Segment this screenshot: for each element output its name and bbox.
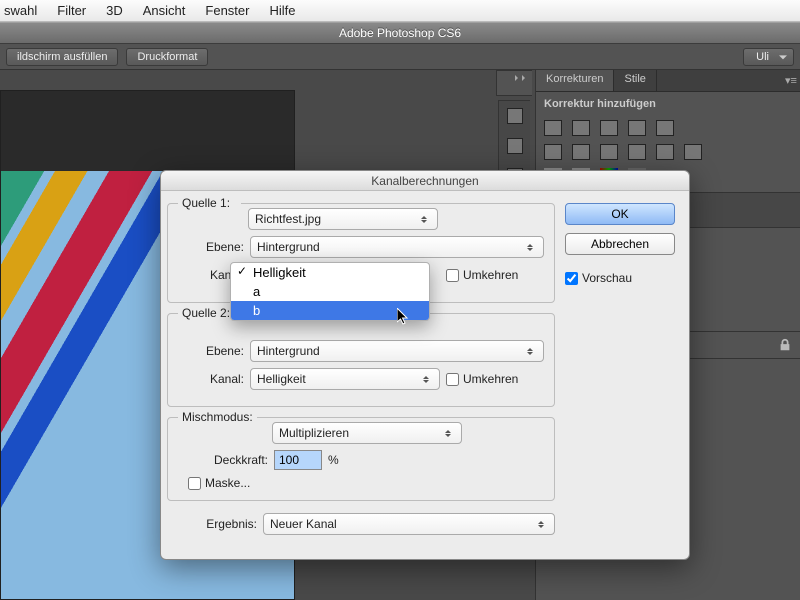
calculations-dialog: Kanalberechnungen Quelle 1: Richtfest.jp… xyxy=(160,170,690,560)
preview-check[interactable] xyxy=(565,272,578,285)
result-select[interactable]: Neuer Kanal xyxy=(263,513,555,535)
photofilter-icon[interactable] xyxy=(628,144,646,160)
adjust-row-1 xyxy=(544,116,792,140)
source1-file-value: Richtfest.jpg xyxy=(255,212,321,226)
source1-label: Quelle 1: xyxy=(182,196,230,210)
app-title: Adobe Photoshop CS6 xyxy=(339,26,461,40)
dialog-title: Kanalberechnungen xyxy=(371,174,478,188)
source2-channel-value: Helligkeit xyxy=(257,372,306,386)
source2-invert[interactable]: Umkehren xyxy=(446,372,518,386)
exposure-icon[interactable] xyxy=(628,120,646,136)
source2-layer-value: Hintergrund xyxy=(257,344,320,358)
result-value: Neuer Kanal xyxy=(270,517,337,531)
preview-checkbox[interactable]: Vorschau xyxy=(565,271,675,285)
dropdown-opt-b[interactable]: b xyxy=(231,301,429,320)
source1-layer-label: Ebene: xyxy=(178,240,244,254)
menu-help[interactable]: Hilfe xyxy=(269,3,295,18)
vibrance-icon[interactable] xyxy=(656,120,674,136)
source1-invert-check[interactable] xyxy=(446,269,459,282)
dropdown-opt-helligkeit[interactable]: Helligkeit xyxy=(231,263,429,282)
adjust-row-2 xyxy=(544,140,792,164)
source2-invert-label: Umkehren xyxy=(463,372,518,386)
dialog-titlebar[interactable]: Kanalberechnungen xyxy=(161,171,689,191)
channel-dropdown: Helligkeit a b xyxy=(230,262,430,321)
menu-select[interactable]: swahl xyxy=(4,3,37,18)
result-label: Ergebnis: xyxy=(167,517,257,531)
tab-adjustments[interactable]: Korrekturen xyxy=(536,70,614,91)
levels-icon[interactable] xyxy=(572,120,590,136)
mask-check[interactable] xyxy=(188,477,201,490)
lock-icon[interactable] xyxy=(778,338,792,352)
mask-label: Maske... xyxy=(205,476,250,490)
source2-invert-check[interactable] xyxy=(446,373,459,386)
add-adjustment-label: Korrektur hinzufügen xyxy=(544,98,792,110)
print-size-button[interactable]: Druckformat xyxy=(126,48,208,66)
percent-label: % xyxy=(328,453,339,467)
source1-file-select[interactable]: Richtfest.jpg xyxy=(248,208,438,230)
source2-layer-select[interactable]: Hintergrund xyxy=(250,340,544,362)
app-titlebar: Adobe Photoshop CS6 xyxy=(0,22,800,44)
preview-label: Vorschau xyxy=(582,271,632,285)
bw-icon[interactable] xyxy=(600,144,618,160)
menu-window[interactable]: Fenster xyxy=(205,3,249,18)
mini-icon-1[interactable] xyxy=(499,101,530,131)
panel-menu-icon[interactable]: ▾≡ xyxy=(782,70,800,91)
menu-view[interactable]: Ansicht xyxy=(143,3,186,18)
colorlookup-icon[interactable] xyxy=(684,144,702,160)
cancel-button[interactable]: Abbrechen xyxy=(565,233,675,255)
brightness-icon[interactable] xyxy=(544,120,562,136)
source1-layer-value: Hintergrund xyxy=(257,240,320,254)
blend-fieldset: Mischmodus: Multiplizieren Deckkraft: % … xyxy=(167,417,555,501)
source2-fieldset: Quelle 2: Ebene: Hintergrund Kanal: Hell… xyxy=(167,313,555,407)
blend-mode-value: Multiplizieren xyxy=(279,426,349,440)
source1-layer-select[interactable]: Hintergrund xyxy=(250,236,544,258)
source2-label: Quelle 2: xyxy=(182,306,230,320)
source2-channel-label: Kanal: xyxy=(178,372,244,386)
source1-invert-label: Umkehren xyxy=(463,268,518,282)
fit-screen-button[interactable]: ildschirm ausfüllen xyxy=(6,48,118,66)
opacity-label: Deckkraft: xyxy=(178,453,268,467)
blend-mode-select[interactable]: Multiplizieren xyxy=(272,422,462,444)
blend-label: Mischmodus: xyxy=(182,410,253,424)
tab-styles[interactable]: Stile xyxy=(614,70,656,91)
menu-filter[interactable]: Filter xyxy=(57,3,86,18)
ok-button[interactable]: OK xyxy=(565,203,675,225)
colorbalance-icon[interactable] xyxy=(572,144,590,160)
mask-checkbox[interactable]: Maske... xyxy=(188,476,544,490)
curves-icon[interactable] xyxy=(600,120,618,136)
mini-icon-2[interactable] xyxy=(499,131,530,161)
dropdown-opt-a[interactable]: a xyxy=(231,282,429,301)
user-dropdown[interactable]: Uli xyxy=(743,48,794,66)
source1-invert[interactable]: Umkehren xyxy=(446,268,518,282)
channelmixer-icon[interactable] xyxy=(656,144,674,160)
source2-channel-select[interactable]: Helligkeit xyxy=(250,368,440,390)
options-bar: ildschirm ausfüllen Druckformat Uli xyxy=(0,44,800,70)
menu-3d[interactable]: 3D xyxy=(106,3,123,18)
dock-collapse[interactable] xyxy=(496,70,532,96)
source2-layer-label: Ebene: xyxy=(178,344,244,358)
mac-menubar: swahl Filter 3D Ansicht Fenster Hilfe xyxy=(0,0,800,22)
hue-icon[interactable] xyxy=(544,144,562,160)
opacity-input[interactable] xyxy=(274,450,322,470)
